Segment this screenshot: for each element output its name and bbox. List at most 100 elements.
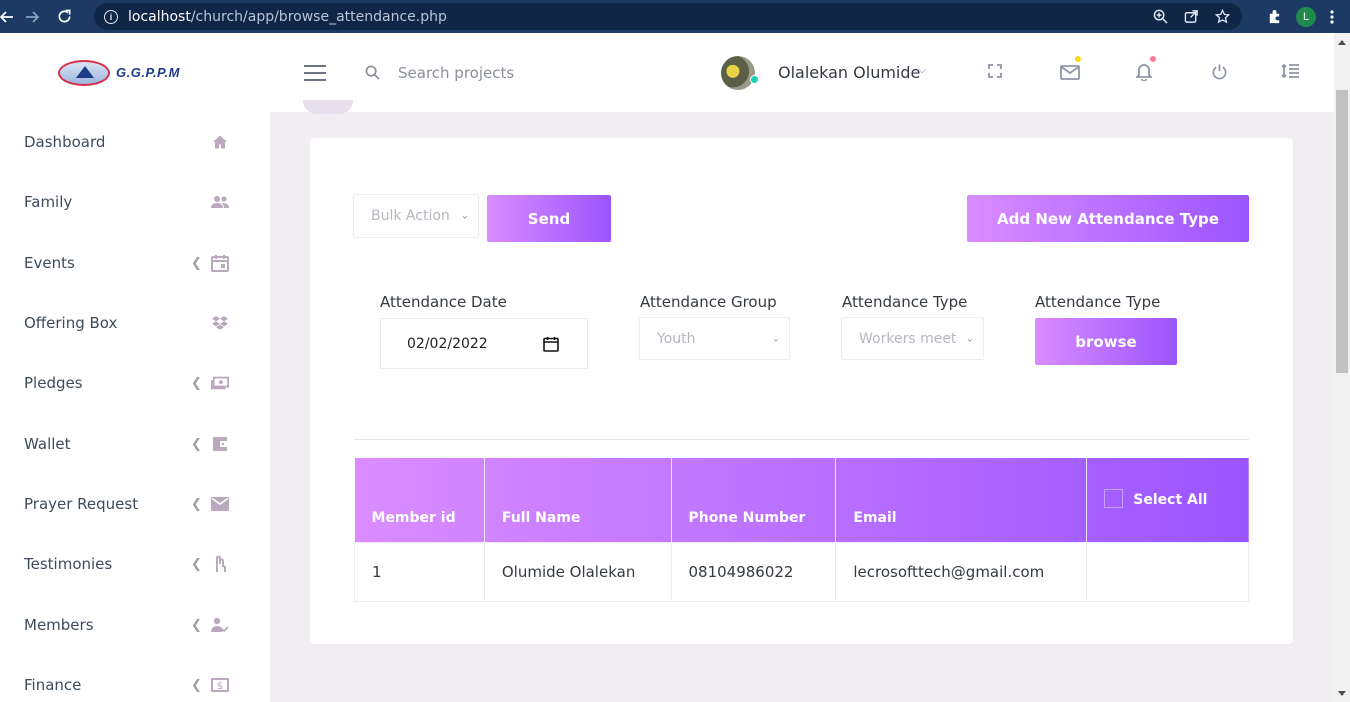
chevron-left-icon: ❮: [191, 435, 202, 451]
browser-menu-icon[interactable]: [1330, 9, 1334, 24]
attendance-type-select-wrap: Workers meet ⌄: [841, 317, 984, 360]
people-icon: [211, 193, 229, 211]
chevron-left-icon: ❮: [191, 676, 202, 692]
cell-select[interactable]: [1086, 541, 1249, 602]
notification-indicator-dot: [1150, 56, 1156, 62]
calendar-picker-icon[interactable]: [543, 336, 559, 356]
sidebar-item-members[interactable]: Members ❮: [0, 594, 270, 654]
chevron-left-icon: ❮: [191, 556, 202, 572]
attendance-group-select-wrap: Youth ⌄: [639, 317, 790, 360]
format-line-spacing-icon[interactable]: [1281, 63, 1299, 84]
table-row: 1 Olumide Olalekan 08104986022 lecrosoft…: [354, 541, 1249, 602]
date-value: 02/02/2022: [407, 335, 488, 352]
top-navbar: Olalekan Olumide ⌵: [270, 33, 1334, 112]
online-status-dot: [750, 75, 759, 84]
scroll-down-arrow-icon[interactable]: [1338, 691, 1346, 696]
search-input[interactable]: [398, 60, 648, 86]
sidebar-item-finance[interactable]: Finance ❮ $: [0, 655, 270, 702]
column-header-member-id: Member id: [354, 458, 485, 542]
attendance-group-select[interactable]: Youth: [639, 317, 790, 360]
reload-button[interactable]: [48, 0, 80, 33]
sidebar-item-label: Offering Box: [24, 314, 118, 333]
sidebar-toggle-icon[interactable]: [304, 65, 326, 81]
share-icon[interactable]: [1184, 9, 1199, 24]
bulk-action-select[interactable]: Bulk Action: [353, 194, 479, 238]
sidebar-item-wallet[interactable]: Wallet ❮: [0, 413, 270, 473]
select-all-label: Select All: [1133, 491, 1208, 508]
logo-text: G.G.P.P.M: [116, 65, 180, 80]
cell-phone-number: 08104986022: [670, 541, 837, 602]
attendance-group-label: Attendance Group: [640, 293, 777, 311]
zoom-icon[interactable]: [1153, 9, 1168, 24]
envelope-icon[interactable]: [1060, 65, 1080, 85]
attendance-type-label: Attendance Type: [842, 293, 968, 311]
page-header-icon-fragment: [303, 100, 353, 114]
page-scrollbar[interactable]: [1334, 33, 1350, 702]
sidebar-item-prayer-request[interactable]: Prayer Request ❮: [0, 474, 270, 534]
table-header-row: Member id Full Name Phone Number Email S…: [354, 458, 1249, 542]
user-check-icon: [211, 616, 229, 634]
user-name[interactable]: Olalekan Olumide: [778, 63, 920, 82]
add-attendance-type-button[interactable]: Add New Attendance Type: [967, 195, 1249, 242]
cash-icon: [211, 374, 229, 392]
message-indicator-dot: [1075, 56, 1081, 62]
power-icon[interactable]: [1211, 63, 1228, 85]
url-text: localhost/church/app/browse_attendance.p…: [128, 8, 447, 25]
attendance-date-input[interactable]: 02/02/2022: [380, 318, 588, 369]
sidebar-item-testimonies[interactable]: Testimonies ❮: [0, 534, 270, 594]
calendar-icon: [211, 254, 229, 272]
browse-button[interactable]: browse: [1035, 318, 1177, 365]
section-divider: [354, 439, 1249, 440]
column-header-full-name: Full Name: [484, 458, 672, 542]
site-info-icon[interactable]: i: [104, 9, 118, 24]
bulk-action-select-wrap: Bulk Action ⌄: [353, 194, 479, 238]
sidebar-item-label: Wallet: [24, 434, 71, 453]
select-all-checkbox[interactable]: [1104, 488, 1124, 508]
sidebar-item-label: Dashboard: [24, 133, 106, 152]
sidebar-item-label: Members: [24, 615, 94, 634]
sidebar-item-label: Finance: [24, 675, 82, 694]
bookmark-star-icon[interactable]: [1215, 9, 1230, 24]
scroll-up-arrow-icon[interactable]: [1338, 40, 1346, 45]
wallet-icon: [211, 435, 229, 453]
sidebar-item-offering-box[interactable]: Offering Box: [0, 293, 270, 353]
address-bar[interactable]: i localhost/church/app/browse_attendance…: [94, 3, 1242, 30]
attendance-type-select[interactable]: Workers meet: [841, 317, 984, 360]
sidebar-item-label: Testimonies: [24, 555, 113, 574]
bell-icon[interactable]: [1134, 63, 1154, 86]
sidebar-item-label: Events: [24, 253, 75, 272]
sidebar-item-label: Prayer Request: [24, 494, 139, 513]
scroll-thumb[interactable]: [1336, 90, 1348, 373]
column-header-email: Email: [835, 458, 1088, 542]
send-button[interactable]: Send: [487, 195, 611, 242]
mail-icon: [211, 495, 229, 513]
chevron-down-icon[interactable]: ⌵: [918, 64, 926, 77]
extensions-icon[interactable]: [1267, 9, 1282, 24]
sidebar-item-events[interactable]: Events ❮: [0, 233, 270, 293]
dollar-box-icon: $: [211, 676, 229, 694]
sidebar-item-label: Pledges: [24, 374, 83, 393]
brand-logo[interactable]: G.G.P.P.M: [0, 33, 270, 112]
cell-email: lecrosofttech@gmail.com: [835, 541, 1088, 602]
sidebar-item-pledges[interactable]: Pledges ❮: [0, 353, 270, 413]
sidebar-item-dashboard[interactable]: Dashboard: [0, 112, 270, 172]
select-all-header[interactable]: Select All: [1087, 458, 1249, 542]
cell-member-id: 1: [354, 541, 485, 602]
browse-label: Attendance Type: [1035, 293, 1161, 311]
back-button[interactable]: [0, 0, 16, 33]
hand-icon: [211, 555, 229, 573]
chevron-left-icon: ❮: [191, 495, 202, 511]
forward-button[interactable]: [16, 0, 48, 33]
profile-avatar[interactable]: L: [1296, 6, 1316, 27]
avatar[interactable]: [721, 56, 755, 90]
attendance-table: Member id Full Name Phone Number Email S…: [354, 458, 1249, 602]
chevron-left-icon: ❮: [191, 616, 202, 632]
sidebar-item-label: Family: [24, 193, 73, 212]
logo-emblem: [58, 59, 110, 86]
sidebar-item-family[interactable]: Family: [0, 172, 270, 232]
cell-full-name: Olumide Olalekan: [483, 541, 672, 602]
fullscreen-icon[interactable]: [987, 63, 1003, 84]
attendance-card: Bulk Action ⌄ Send Add New Attendance Ty…: [310, 138, 1293, 644]
chevron-left-icon: ❮: [191, 254, 202, 270]
dropbox-icon: [211, 314, 229, 332]
